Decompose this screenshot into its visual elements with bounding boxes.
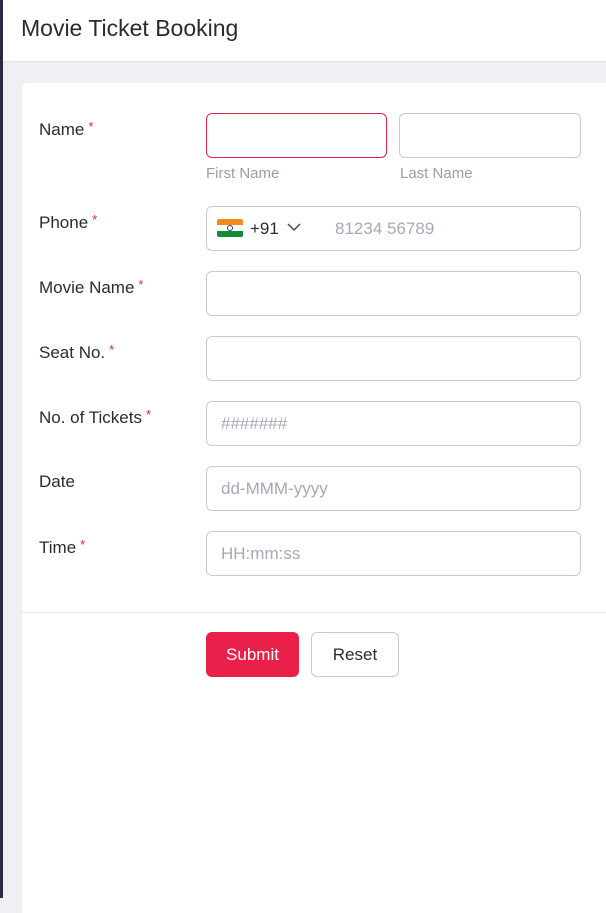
app-sidebar-edge <box>0 0 3 898</box>
required-mark: * <box>145 407 152 422</box>
tickets-input[interactable]: ####### <box>206 401 581 446</box>
booking-form: Name * First Name Last Name Phone * +91 81… <box>22 83 606 913</box>
phone-label: Phone * <box>39 212 98 232</box>
page-header: Movie Ticket Booking <box>3 0 606 62</box>
first-name-input[interactable] <box>206 113 387 158</box>
country-code[interactable]: +91 <box>250 207 279 250</box>
date-input[interactable]: dd-MMM-yyyy <box>206 466 581 511</box>
seat-no-input[interactable] <box>206 336 581 381</box>
phone-placeholder: 81234 56789 <box>335 219 435 238</box>
required-mark: * <box>80 537 86 552</box>
required-mark: * <box>109 342 115 357</box>
india-flag-icon[interactable] <box>217 219 243 237</box>
reset-button[interactable]: Reset <box>311 632 399 677</box>
chevron-down-icon[interactable] <box>287 223 301 232</box>
movie-name-label: Movie Name * <box>39 277 144 297</box>
last-name-input[interactable] <box>399 113 581 158</box>
form-divider <box>22 612 606 613</box>
required-mark: * <box>88 119 94 134</box>
first-name-sublabel: First Name <box>206 165 280 182</box>
seat-no-label: Seat No. * <box>39 342 115 362</box>
last-name-sublabel: Last Name <box>400 165 473 182</box>
tickets-label: No. of Tickets * <box>39 407 152 427</box>
required-mark: * <box>138 277 144 292</box>
required-mark: * <box>92 212 98 227</box>
submit-button[interactable]: Submit <box>206 632 299 677</box>
phone-input[interactable]: +91 81234 56789 <box>206 206 581 251</box>
movie-name-input[interactable] <box>206 271 581 316</box>
page-title: Movie Ticket Booking <box>21 15 239 41</box>
name-label: Name * <box>39 119 94 139</box>
time-label: Time * <box>39 537 86 557</box>
date-label: Date <box>39 472 75 491</box>
time-input[interactable]: HH:mm:ss <box>206 531 581 576</box>
